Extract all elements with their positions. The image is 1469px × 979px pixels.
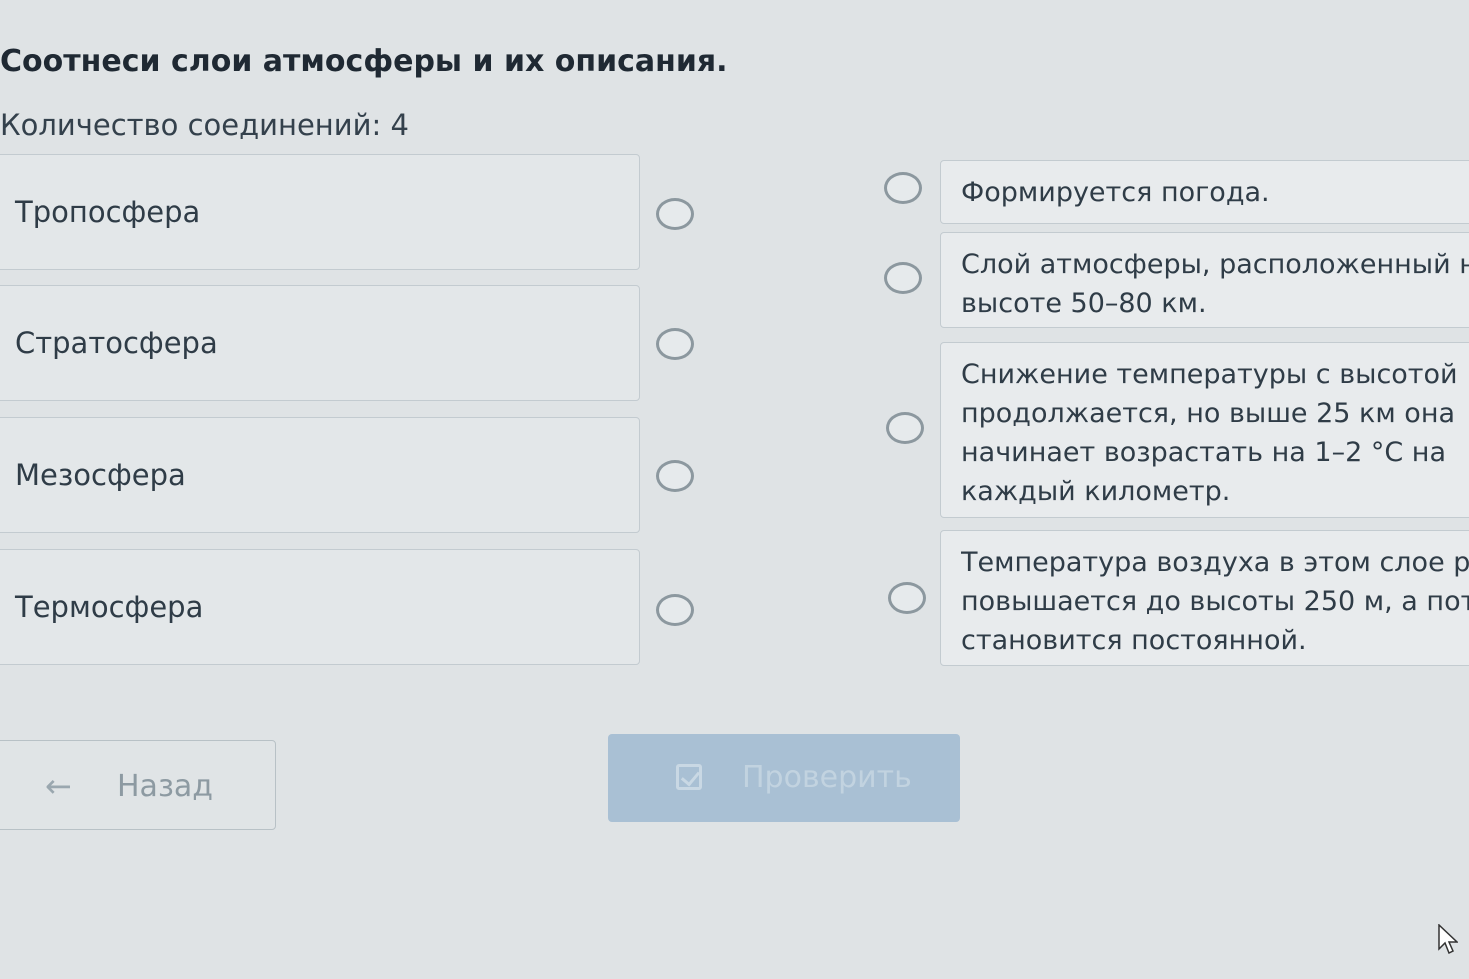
right-connector-node[interactable] (888, 582, 926, 614)
left-item-stratosphere[interactable]: Стратосфера (0, 285, 640, 401)
arrow-left-icon: ← (45, 767, 72, 805)
left-item-label: Стратосфера (15, 326, 218, 360)
left-item-thermosphere[interactable]: Термосфера (0, 549, 640, 665)
right-item-stratosphere-description[interactable]: Снижение температуры с высотой продолжае… (940, 342, 1469, 518)
right-item-text: Слой атмосферы, расположенный на высоте … (961, 249, 1469, 319)
right-connector-node[interactable] (884, 172, 922, 204)
left-connector-node[interactable] (656, 594, 694, 626)
left-connector-node[interactable] (656, 460, 694, 492)
checkbox-icon (676, 764, 702, 790)
right-connector-node[interactable] (886, 412, 924, 444)
left-item-troposphere[interactable]: Тропосфера (0, 154, 640, 270)
left-connector-node[interactable] (656, 328, 694, 360)
left-item-mesosphere[interactable]: Мезосфера (0, 417, 640, 533)
right-item-text: Температура воздуха в этом слое ре повыш… (961, 547, 1469, 656)
left-item-label: Тропосфера (15, 195, 201, 229)
right-item-text: Формируется погода. (961, 177, 1270, 208)
right-item-temperature-description[interactable]: Температура воздуха в этом слое ре повыш… (940, 530, 1469, 666)
right-connector-node[interactable] (884, 262, 922, 294)
right-item-weather[interactable]: Формируется погода. (940, 160, 1469, 224)
connection-count: Количество соединений: 4 (0, 108, 409, 142)
back-button[interactable]: ← Назад (0, 740, 276, 830)
page-title: Соотнеси слои атмосферы и их описания. (0, 44, 728, 79)
right-item-text: Снижение температуры с высотой продолжае… (961, 359, 1458, 507)
mouse-cursor-icon (1438, 924, 1458, 955)
left-item-label: Термосфера (15, 590, 204, 624)
right-item-mesosphere-description[interactable]: Слой атмосферы, расположенный на высоте … (940, 232, 1469, 328)
left-connector-node[interactable] (656, 198, 694, 230)
check-button[interactable]: Проверить (608, 734, 960, 822)
check-button-label: Проверить (742, 760, 912, 795)
left-item-label: Мезосфера (15, 458, 186, 492)
back-button-label: Назад (117, 769, 214, 804)
